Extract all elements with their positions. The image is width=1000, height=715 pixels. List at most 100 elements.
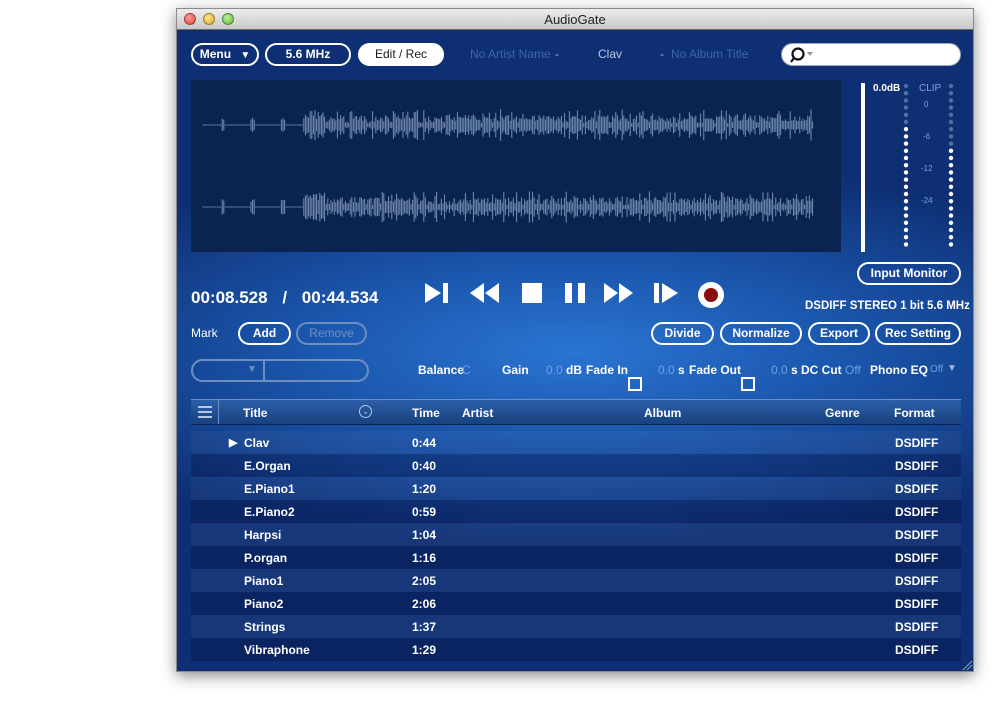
table-row[interactable]: Harpsi 1:04 DSDIFF: [191, 523, 961, 546]
meter-led: [948, 242, 954, 247]
fade-out-checkbox[interactable]: [741, 377, 755, 391]
meter-led: [948, 235, 954, 240]
record-button[interactable]: [698, 282, 724, 308]
table-header: Title ⌄ Time Artist Album Genre Format: [191, 399, 961, 425]
cell-time: 2:06: [412, 597, 437, 611]
level-meter: 0.0dB CLIP 0 -6 -12 -24: [857, 80, 967, 255]
cell-title: E.Piano1: [244, 482, 295, 496]
pause-icon[interactable]: [561, 278, 591, 308]
dc-cut-value[interactable]: Off: [845, 363, 861, 377]
skip-to-end-icon[interactable]: [422, 278, 452, 308]
meter-led: [948, 141, 954, 146]
meter-led: [903, 199, 909, 204]
table-row[interactable]: Piano1 2:05 DSDIFF: [191, 569, 961, 592]
meter-led: [903, 242, 909, 247]
cell-title: E.Piano2: [244, 505, 295, 519]
cell-time: 1:20: [412, 482, 437, 496]
edit-rec-button[interactable]: Edit / Rec: [358, 43, 444, 66]
table-row[interactable]: E.Piano1 1:20 DSDIFF: [191, 477, 961, 500]
meter-led: [948, 163, 954, 168]
selector-divider: [263, 361, 265, 380]
table-row[interactable]: E.Organ 0:40 DSDIFF: [191, 454, 961, 477]
input-monitor-button[interactable]: Input Monitor: [857, 262, 961, 285]
track-name[interactable]: Clav: [598, 47, 622, 61]
table-row[interactable]: Strings 1:37 DSDIFF: [191, 615, 961, 638]
table-row[interactable]: ▶ Clav 0:44 DSDIFF: [191, 431, 961, 454]
resize-grip-icon[interactable]: [961, 659, 973, 671]
col-title[interactable]: Title: [243, 406, 267, 420]
app-body: Menu ▼ 5.6 MHz Edit / Rec No Artist Name…: [177, 30, 973, 671]
menu-button[interactable]: Menu ▼: [191, 43, 259, 66]
divide-button[interactable]: Divide: [651, 322, 714, 345]
cell-title: Vibraphone: [244, 643, 310, 657]
col-artist[interactable]: Artist: [462, 406, 493, 420]
table-row[interactable]: Piano2 2:06 DSDIFF: [191, 592, 961, 615]
chevron-down-icon[interactable]: ▼: [947, 363, 957, 374]
remove-mark-button[interactable]: Remove: [296, 322, 367, 345]
stop-icon[interactable]: [518, 278, 548, 308]
meter-led: [903, 134, 909, 139]
fade-in-checkbox[interactable]: [628, 377, 642, 391]
meter-led: [903, 184, 909, 189]
meter-led: [903, 119, 909, 125]
cell-time: 1:16: [412, 551, 437, 565]
meter-led: [948, 119, 954, 125]
meter-led: [903, 213, 909, 218]
waveform-display[interactable]: [191, 80, 841, 252]
mark-selector[interactable]: ▼: [191, 359, 369, 382]
album-name[interactable]: No Album Title: [671, 47, 748, 61]
fast-forward-icon[interactable]: [602, 278, 636, 308]
dc-cut-label: DC Cut: [801, 363, 842, 377]
artist-name[interactable]: No Artist Name: [470, 47, 551, 61]
column-menu-icon[interactable]: [191, 400, 219, 424]
play-indicator-icon: ▶: [229, 437, 238, 449]
cell-time: 0:40: [412, 459, 437, 473]
total-time: 00:44.534: [301, 288, 379, 307]
meter-led: [903, 112, 909, 117]
cell-format: DSDIFF: [895, 551, 939, 565]
fade-out-value[interactable]: 0.0: [771, 363, 788, 377]
meta-separator: -: [660, 47, 664, 61]
sample-rate-button[interactable]: 5.6 MHz: [265, 43, 351, 66]
meter-led: [948, 127, 954, 132]
cell-format: DSDIFF: [895, 574, 939, 588]
meter-led: [948, 98, 954, 103]
chevron-down-icon: ▼: [247, 364, 257, 375]
col-format[interactable]: Format: [894, 406, 935, 420]
step-forward-icon[interactable]: [651, 278, 681, 308]
meter-led: [903, 127, 909, 132]
table-row[interactable]: P.organ 1:16 DSDIFF: [191, 546, 961, 569]
rec-setting-button[interactable]: Rec Setting: [875, 322, 961, 345]
col-album[interactable]: Album: [644, 406, 681, 420]
normalize-button[interactable]: Normalize: [720, 322, 802, 345]
balance-value[interactable]: C: [462, 363, 471, 377]
export-button[interactable]: Export: [808, 322, 870, 345]
time-separator: /: [282, 288, 288, 307]
add-mark-button[interactable]: Add: [238, 322, 291, 345]
col-genre[interactable]: Genre: [825, 406, 860, 420]
meter-led: [903, 191, 909, 197]
meter-led: [948, 206, 954, 211]
search-input[interactable]: [781, 43, 961, 66]
phono-eq-label: Phono EQ: [870, 363, 928, 377]
balance-label: Balance: [418, 363, 465, 377]
meter-led: [903, 170, 909, 175]
cell-time: 0:59: [412, 505, 437, 519]
table-row[interactable]: Vibraphone 1:29 DSDIFF: [191, 638, 961, 661]
sort-icon[interactable]: ⌄: [359, 405, 372, 418]
meter-led: [903, 235, 909, 240]
gain-value[interactable]: 0.0: [546, 363, 563, 377]
rewind-icon[interactable]: [468, 278, 502, 308]
fade-out-unit: s: [791, 363, 798, 377]
phono-eq-value[interactable]: Off: [930, 364, 943, 375]
fade-in-label: Fade In: [586, 363, 629, 377]
title-bar: AudioGate: [177, 9, 973, 30]
table-row[interactable]: E.Piano2 0:59 DSDIFF: [191, 500, 961, 523]
meter-led: [903, 163, 909, 168]
time-readout: 00:08.528 / 00:44.534: [191, 288, 378, 308]
meter-led: [948, 170, 954, 175]
fade-in-value[interactable]: 0.0: [658, 363, 675, 377]
col-time[interactable]: Time: [412, 406, 440, 420]
meter-led: [948, 91, 954, 96]
cell-time: 1:04: [412, 528, 437, 542]
